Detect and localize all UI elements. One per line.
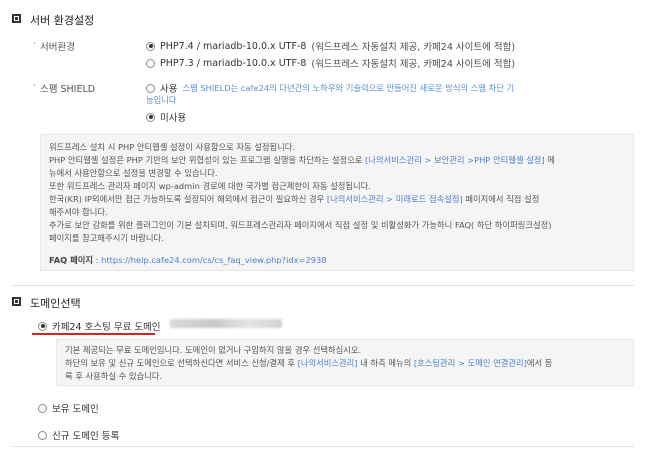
domain-option-new[interactable]: 신규 도메인 등록 <box>38 428 119 442</box>
section-divider <box>12 285 634 286</box>
info-line-4: 또한 워드프레스 관리자 페이지 wp-admin 경로에 대한 국가별 접근제… <box>49 181 371 191</box>
info-link-access[interactable]: [나의서비스관리 > 미래로드 접속설정] <box>327 194 463 204</box>
domain-cafe24-label: 카페24 호스팅 무료 도메인 <box>52 322 161 333</box>
faq-label: FAQ 페이지 <box>49 255 93 265</box>
radio-php74[interactable] <box>146 41 155 51</box>
info-line-6: 해주셔야 합니다. <box>49 207 108 217</box>
shield-use-desc: 스팸 SHIELD는 cafe24의 다년간의 노하우와 기술력으로 만들어진 … <box>182 83 515 93</box>
domain-link-myservice[interactable]: [나의서비스관리] <box>298 358 358 368</box>
server-env-option-php73[interactable]: PHP7.3 / mariadb-10.0.x UTF-8 (워드프레스 자동설… <box>146 56 515 70</box>
radio-domain-owned[interactable] <box>38 403 47 413</box>
radio-domain-new[interactable] <box>38 430 47 440</box>
shield-use-option[interactable]: 사용 스팸 SHIELD는 cafe24의 다년간의 노하우와 기술력으로 만들… <box>146 81 514 95</box>
domain-info-line-1: 기본 제공되는 무료 도메인입니다. 도메인이 없거나 구입하지 않을 경우 선… <box>65 345 362 355</box>
domain-owned-label: 보유 도메인 <box>52 404 99 415</box>
info-line-8: 페이지를 참고해주시기 바랍니다. <box>49 233 164 243</box>
info-line-3: 뉴에서 사용안함으로 설정을 변경할 수 있습니다. <box>49 168 218 178</box>
domain-option-owned[interactable]: 보유 도메인 <box>38 401 99 415</box>
faq-line: FAQ 페이지 : https://help.cafe24.com/cs/cs_… <box>49 255 327 265</box>
info-line-1: 워드프레스 설치 시 PHP 안티웹셸 설정이 사용함으로 자동 설정됩니다. <box>49 142 296 152</box>
domain-section-title: 도메인선택 <box>30 297 81 310</box>
domain-link-connect[interactable]: [호스팅관리 > 도메인 연결관리] <box>414 358 527 368</box>
server-env-option-php74[interactable]: PHP7.4 / mariadb-10.0.x UTF-8 (워드프레스 자동설… <box>146 39 515 53</box>
radio-php73[interactable] <box>146 58 155 68</box>
server-env-label: 서버환경 <box>33 39 75 53</box>
php74-note: (워드프레스 자동설치 제공, 카페24 사이트에 적합) <box>311 42 516 53</box>
domain-info-line-2: 하단의 보유 및 신규 도메인으로 선택하신다면 서비스 신청/결제 후 [나의… <box>65 358 553 368</box>
shield-use-label: 사용 <box>160 84 178 95</box>
radio-shield-nouse[interactable] <box>146 112 155 122</box>
shield-nouse-label: 미사용 <box>160 113 187 124</box>
php74-text: PHP7.4 / mariadb-10.0.x UTF-8 <box>160 40 307 52</box>
radio-shield-use[interactable] <box>146 83 155 93</box>
php73-text: PHP7.3 / mariadb-10.0.x UTF-8 <box>160 57 307 69</box>
shield-use-desc-cont: 능입니다 <box>146 95 177 105</box>
spam-shield-label: 스팸 SHIELD <box>33 81 95 95</box>
info-line-5: 한국(KR) IP외에서만 접근 가능하도록 설정되어 해외에서 접근이 필요하… <box>49 194 540 204</box>
server-info-box: 워드프레스 설치 시 PHP 안티웹셸 설정이 사용함으로 자동 설정됩니다. … <box>40 134 634 271</box>
bottom-divider <box>12 446 634 447</box>
domain-option-cafe24[interactable]: 카페24 호스팅 무료 도메인 <box>38 319 161 333</box>
radio-domain-cafe24[interactable] <box>38 321 47 331</box>
php73-note: (워드프레스 자동설치 제공, 카페24 사이트에 적합) <box>311 59 516 70</box>
domain-info-line-3: 록 후 사용하실 수 있습니다. <box>65 371 163 381</box>
info-line-2: PHP 안티웹셸 설정은 PHP 기반의 보안 위협성이 있는 프로그램 실행을… <box>49 155 555 165</box>
section-bullet-icon <box>12 297 21 306</box>
red-underline-annotation <box>32 333 155 335</box>
server-section-title: 서버 환경설정 <box>30 14 95 27</box>
faq-link[interactable]: https://help.cafe24.com/cs/cs_faq_view.p… <box>101 255 327 265</box>
info-line-7: 추가로 보안 강화를 위한 플러그인이 기본 설치되며, 워드프레스관리자 페이… <box>49 220 552 230</box>
domain-info-box: 기본 제공되는 무료 도메인입니다. 도메인이 없거나 구입하지 않을 경우 선… <box>56 339 634 386</box>
shield-nouse-option[interactable]: 미사용 <box>146 110 186 124</box>
info-link-antiwebshell[interactable]: [나의서비스관리 > 보안관리 >PHP 안티웹셸 설정] <box>365 155 545 165</box>
blurred-domain-value <box>170 319 282 328</box>
domain-new-label: 신규 도메인 등록 <box>52 431 120 442</box>
section-bullet-icon <box>12 14 21 23</box>
